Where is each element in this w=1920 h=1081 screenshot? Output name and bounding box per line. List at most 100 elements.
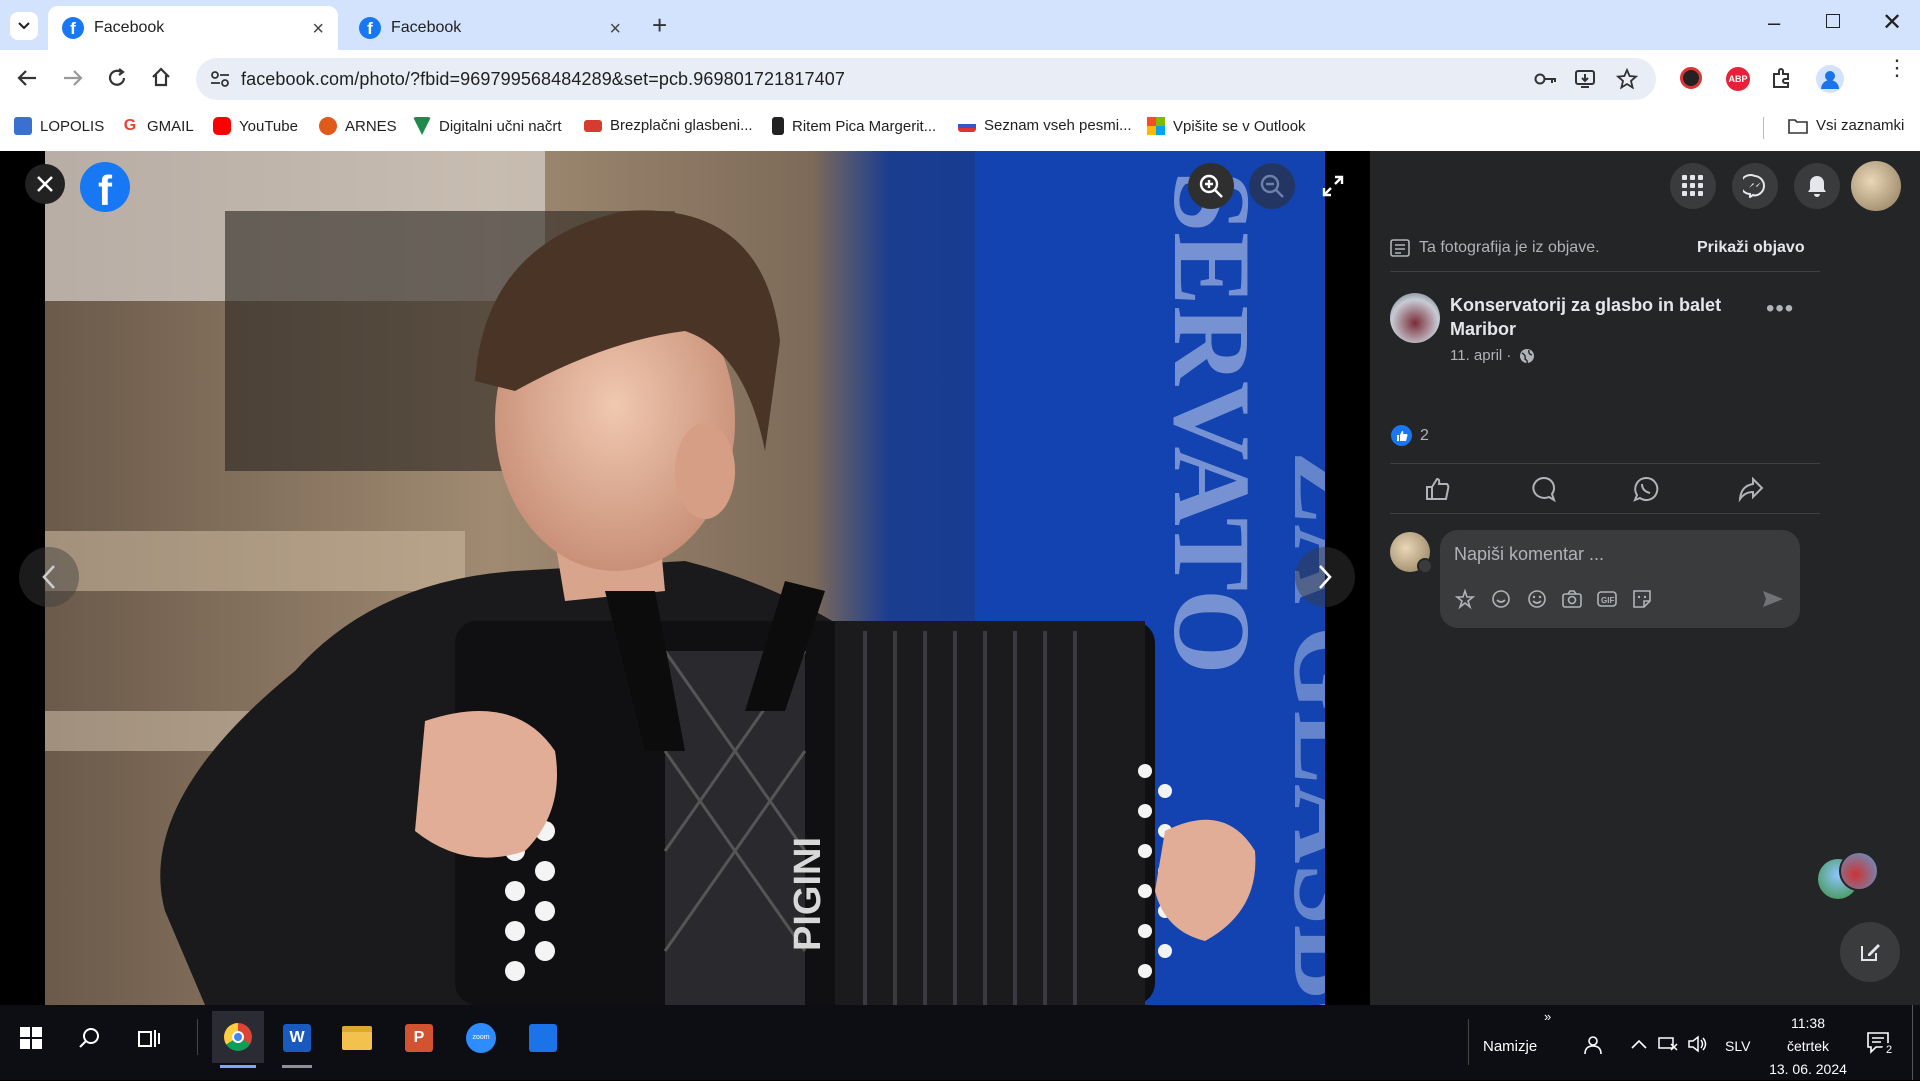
page-name-link[interactable]: Konservatorij za glasbo in balet Maribor xyxy=(1450,293,1750,341)
clock[interactable]: 11:38 četrtek 13. 06. 2024 xyxy=(1760,1012,1856,1081)
back-icon[interactable] xyxy=(16,68,38,88)
messenger-button[interactable] xyxy=(1732,163,1778,209)
bookmark-star-icon[interactable] xyxy=(1616,68,1638,90)
svg-text:ZA GLASBO: ZA GLASBO xyxy=(1271,451,1325,1005)
svg-text:PIGINI: PIGINI xyxy=(787,837,829,951)
tab-facebook-2[interactable]: f Facebook × xyxy=(345,6,635,50)
like-button-icon[interactable] xyxy=(1425,476,1451,502)
people-icon[interactable] xyxy=(1582,1034,1604,1056)
task-view-button[interactable] xyxy=(126,1015,172,1061)
language-indicator[interactable]: SLV xyxy=(1725,1038,1750,1054)
show-desktop-button[interactable] xyxy=(1912,1005,1920,1080)
google-icon: G xyxy=(121,117,139,135)
menu-button[interactable] xyxy=(1670,163,1716,209)
compose-icon xyxy=(1861,944,1880,961)
flag-icon xyxy=(958,119,976,132)
zoom-out-button[interactable] xyxy=(1249,163,1295,209)
close-tab-icon[interactable]: × xyxy=(312,18,324,41)
emoji-icon[interactable] xyxy=(1526,588,1548,610)
taskbar-powerpoint[interactable]: P xyxy=(396,1015,442,1061)
browser-toolbar: facebook.com/photo/?fbid=969799568484289… xyxy=(0,50,1920,107)
active-indicator xyxy=(220,1065,256,1068)
sticker-square-icon[interactable] xyxy=(1631,588,1653,610)
taskbar-word[interactable]: W xyxy=(274,1015,320,1061)
new-tab-button[interactable]: + xyxy=(652,10,667,41)
whatsapp-share-icon[interactable] xyxy=(1633,476,1659,502)
gif-icon[interactable]: GIF xyxy=(1596,588,1618,610)
action-center-button[interactable]: 2 xyxy=(1866,1031,1896,1057)
adblock-plus-icon[interactable]: ABP xyxy=(1726,67,1750,91)
bookmark-youtube[interactable]: YouTube xyxy=(213,117,298,135)
taskbar-calendar[interactable] xyxy=(520,1015,566,1061)
bookmark-digitalni-ucni-nacrt[interactable]: Digitalni učni načrt xyxy=(413,117,562,135)
comment-input[interactable]: Napiši komentar ... xyxy=(1454,544,1604,565)
address-bar[interactable]: facebook.com/photo/?fbid=969799568484289… xyxy=(196,58,1656,100)
more-options-button[interactable]: ••• xyxy=(1766,295,1794,323)
extension-vpn-icon[interactable] xyxy=(1680,67,1702,89)
bookmark-arnes[interactable]: ARNES xyxy=(319,117,397,135)
previous-photo-button[interactable] xyxy=(19,547,79,607)
send-icon[interactable] xyxy=(1762,589,1784,609)
notifications-button[interactable] xyxy=(1794,163,1840,209)
camera-icon[interactable] xyxy=(1561,588,1583,610)
share-button-icon[interactable] xyxy=(1738,476,1764,502)
site-info-icon[interactable] xyxy=(210,70,230,88)
sticker-icon[interactable] xyxy=(1490,588,1512,610)
taskbar-file-explorer[interactable] xyxy=(334,1015,380,1061)
comment-box[interactable]: Napiši komentar ... GIF xyxy=(1440,530,1800,628)
all-bookmarks-button[interactable]: Vsi zaznamki xyxy=(1788,117,1904,134)
account-avatar[interactable] xyxy=(1851,161,1901,211)
browser-menu-button[interactable]: ⋮ xyxy=(1886,57,1908,79)
post-date[interactable]: 11. april · xyxy=(1450,347,1511,364)
zoom-in-button[interactable] xyxy=(1188,163,1234,209)
comment-button-icon[interactable] xyxy=(1530,476,1556,502)
restore-window-button[interactable] xyxy=(1826,14,1840,28)
calendar-icon xyxy=(529,1024,557,1052)
forward-icon[interactable] xyxy=(62,68,84,88)
close-viewer-button[interactable] xyxy=(25,164,65,204)
profile-avatar[interactable] xyxy=(1816,65,1844,93)
chevron-up-icon[interactable] xyxy=(1630,1038,1648,1050)
page-avatar[interactable] xyxy=(1390,293,1440,343)
network-disconnected-icon[interactable] xyxy=(1657,1035,1679,1053)
avatar-sticker-icon[interactable] xyxy=(1454,588,1476,610)
bookmark-outlook[interactable]: Vpišite se v Outlook xyxy=(1147,117,1306,135)
reload-icon[interactable] xyxy=(106,67,128,89)
close-window-button[interactable]: ✕ xyxy=(1882,8,1902,37)
like-count[interactable]: 2 xyxy=(1420,427,1429,445)
close-tab-icon[interactable]: × xyxy=(609,18,621,41)
contact-avatar-2[interactable] xyxy=(1839,851,1879,891)
tab-facebook-1[interactable]: f Facebook × xyxy=(48,6,338,50)
bookmark-ritem-pica[interactable]: Ritem Pica Margerit... xyxy=(772,117,936,135)
start-button[interactable] xyxy=(8,1015,54,1061)
bell-icon xyxy=(1808,176,1826,197)
chevron-down-icon xyxy=(18,22,30,30)
bookmark-gmail[interactable]: G GMAIL xyxy=(121,117,194,135)
install-app-icon[interactable] xyxy=(1574,68,1596,90)
like-reaction-icon[interactable] xyxy=(1391,425,1412,446)
tab-search-button[interactable] xyxy=(10,12,38,40)
bookmark-brezplacni-glasbeni[interactable]: Brezplačni glasbeni... xyxy=(584,117,753,134)
extensions-puzzle-icon[interactable] xyxy=(1770,66,1794,90)
minimize-window-button[interactable]: – xyxy=(1768,10,1780,36)
post-notice-icon xyxy=(1390,239,1410,257)
password-key-icon[interactable] xyxy=(1534,70,1558,88)
new-message-button[interactable] xyxy=(1840,922,1900,982)
bookmark-lopolis[interactable]: LOPOLIS xyxy=(14,117,104,135)
next-photo-button[interactable] xyxy=(1295,547,1355,607)
post-side-panel: Ta fotografija je iz objave. Prikaži obj… xyxy=(1370,151,1920,1005)
facebook-logo-icon[interactable]: f xyxy=(80,162,130,214)
search-button[interactable] xyxy=(66,1015,112,1061)
taskbar-zoom[interactable]: zoom xyxy=(458,1015,504,1061)
desktop-toolbar[interactable]: Namizje xyxy=(1483,1038,1537,1055)
url-text[interactable]: facebook.com/photo/?fbid=969799568484289… xyxy=(241,69,845,90)
volume-icon[interactable] xyxy=(1687,1035,1709,1053)
microsoft-icon xyxy=(1147,117,1165,135)
avatar-chevron-icon[interactable] xyxy=(1417,558,1433,574)
taskbar-chrome[interactable] xyxy=(212,1011,264,1063)
view-post-link[interactable]: Prikaži objavo xyxy=(1697,239,1805,257)
fullscreen-button[interactable] xyxy=(1310,163,1356,209)
toolbar-expand-icon[interactable]: » xyxy=(1544,1009,1551,1024)
bookmark-seznam-pesmi[interactable]: Seznam vseh pesmi... xyxy=(958,117,1132,134)
home-icon[interactable] xyxy=(150,66,172,88)
